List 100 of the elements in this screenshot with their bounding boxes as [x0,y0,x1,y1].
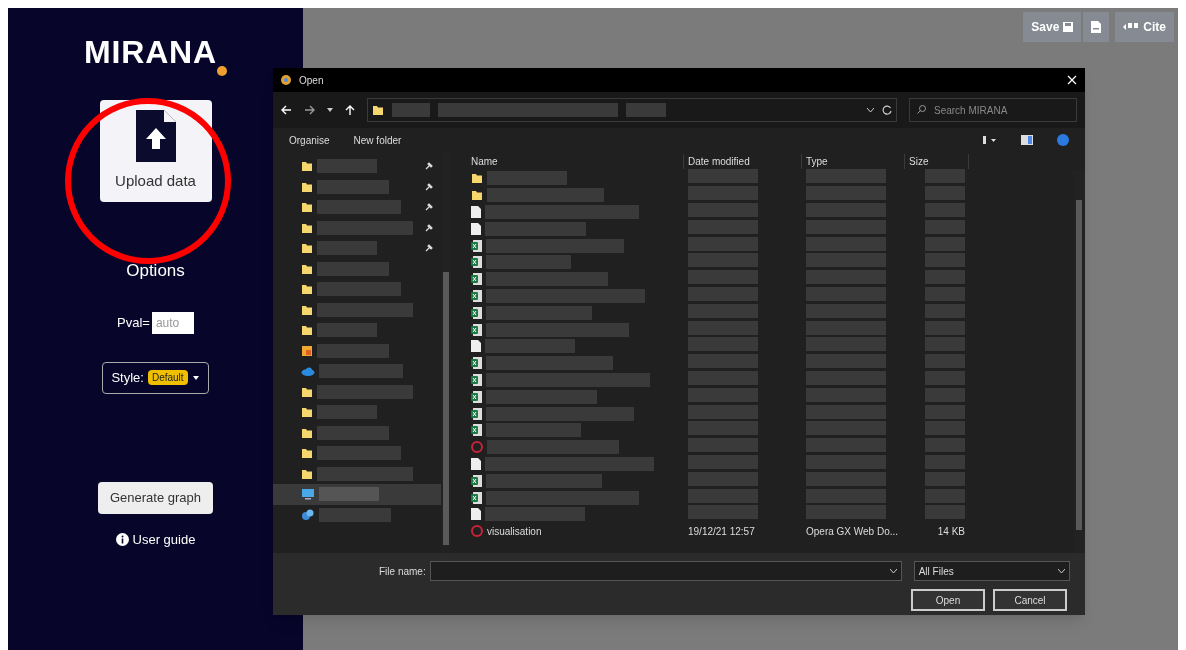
pval-label: Pval= [117,313,150,332]
redacted-block [925,438,965,453]
dialog-button[interactable]: Cancel [993,589,1067,611]
file-type-dropdown[interactable]: All Files [913,561,1070,581]
redacted-block [688,471,758,486]
file-row[interactable]: visualisation 19/12/21 12:57 Opera GX Web Do... 14 KB [467,522,1073,540]
caret-icon [889,569,897,573]
library-icon [301,344,313,357]
dot-icon [216,66,227,76]
redacted-block [317,343,389,358]
column-header[interactable]: Name [467,153,684,169]
folder-icon [471,172,483,185]
back-arrow-icon[interactable] [281,105,292,115]
style-label: Style: [111,368,144,387]
redacted-block [925,203,965,217]
document-button[interactable] [1083,12,1110,42]
column-header[interactable]: Date modified [684,153,802,169]
redacted-block [925,370,965,385]
cloud-icon [301,366,315,376]
column-header[interactable]: Type [802,153,905,169]
pin-icon [425,244,433,253]
redacted-block [688,337,758,352]
spreadsheet-icon [471,273,482,286]
dialog-title: Open [299,73,324,88]
redacted-block [688,303,758,318]
pin-icon [425,223,433,232]
computer-icon [301,488,315,501]
search-icon [917,105,926,114]
spreadsheet-icon [471,239,482,252]
redacted-block [925,337,965,352]
toolbar-command[interactable]: New folder [353,132,402,148]
file-date: 19/12/21 12:57 [688,525,755,537]
style-value: Default [147,370,188,385]
redacted-block [688,421,758,436]
redacted-block [317,159,377,174]
spreadsheet-icon [471,407,482,420]
file-name-field[interactable] [429,561,902,581]
forward-arrow-icon[interactable] [304,105,315,115]
folder-icon [301,242,313,255]
redacted-block [925,421,965,436]
column-header[interactable]: Size [905,153,969,169]
document-icon [471,222,481,235]
redacted-block [317,405,377,420]
folder-icon [301,262,313,275]
up-arrow-icon[interactable] [345,104,355,116]
caret-icon [867,108,874,112]
preview-pane-icon[interactable] [1021,135,1033,145]
user-guide-link[interactable]: User guide [132,529,196,549]
close-icon[interactable] [1067,75,1077,85]
refresh-icon [882,105,892,115]
caret-icon[interactable] [327,108,333,112]
spreadsheet-icon [471,424,482,437]
redacted-block [688,488,758,503]
circle-logo-icon [471,525,483,538]
folder-icon [301,221,313,234]
spreadsheet-icon [471,474,482,487]
document-icon [471,340,481,353]
save-icon [1063,22,1074,32]
file-name: visualisation [487,524,542,539]
upload-button[interactable]: Upload data [99,100,212,202]
options-heading: Options [126,260,185,282]
pval-field[interactable]: auto [151,311,194,334]
document-icon [471,508,481,521]
redacted-block [317,261,389,276]
redacted-block [688,370,758,385]
file-name-label: File name: [379,564,426,579]
folder-icon [301,324,313,337]
file-upload-icon [135,109,176,162]
redacted-block [317,323,377,338]
redacted-block [925,488,965,503]
redacted-block [688,253,758,268]
app-logo: MIRANA [84,33,217,72]
spreadsheet-icon [471,323,482,336]
view-options-icon[interactable] [981,135,997,145]
folder-icon [301,447,313,460]
folder-icon [471,189,483,202]
redacted-block [688,320,758,335]
redacted-block [688,438,758,453]
search-field[interactable]: Search MIRANA [909,98,1077,122]
spreadsheet-icon [471,256,482,269]
spreadsheet-icon [471,491,482,504]
help-icon[interactable] [1057,134,1069,146]
redacted-block [688,169,758,184]
redacted-block [925,454,965,469]
redacted-block [925,320,965,335]
redacted-block [688,287,758,301]
redacted-block [319,507,391,522]
toolbar-command[interactable]: Organise [289,132,330,148]
spreadsheet-icon [471,390,482,403]
redacted-block [688,186,758,201]
redacted-block [392,103,430,117]
redacted-block [317,241,377,256]
redacted-block [688,219,758,234]
redacted-block [688,454,758,469]
document-icon [471,457,481,470]
network-icon [301,508,315,521]
generate-graph-button[interactable]: Generate graph [97,481,214,514]
file-size: 14 KB [937,525,965,537]
style-dropdown[interactable]: Style: Default [102,361,209,394]
dialog-button[interactable]: Open [911,589,985,611]
